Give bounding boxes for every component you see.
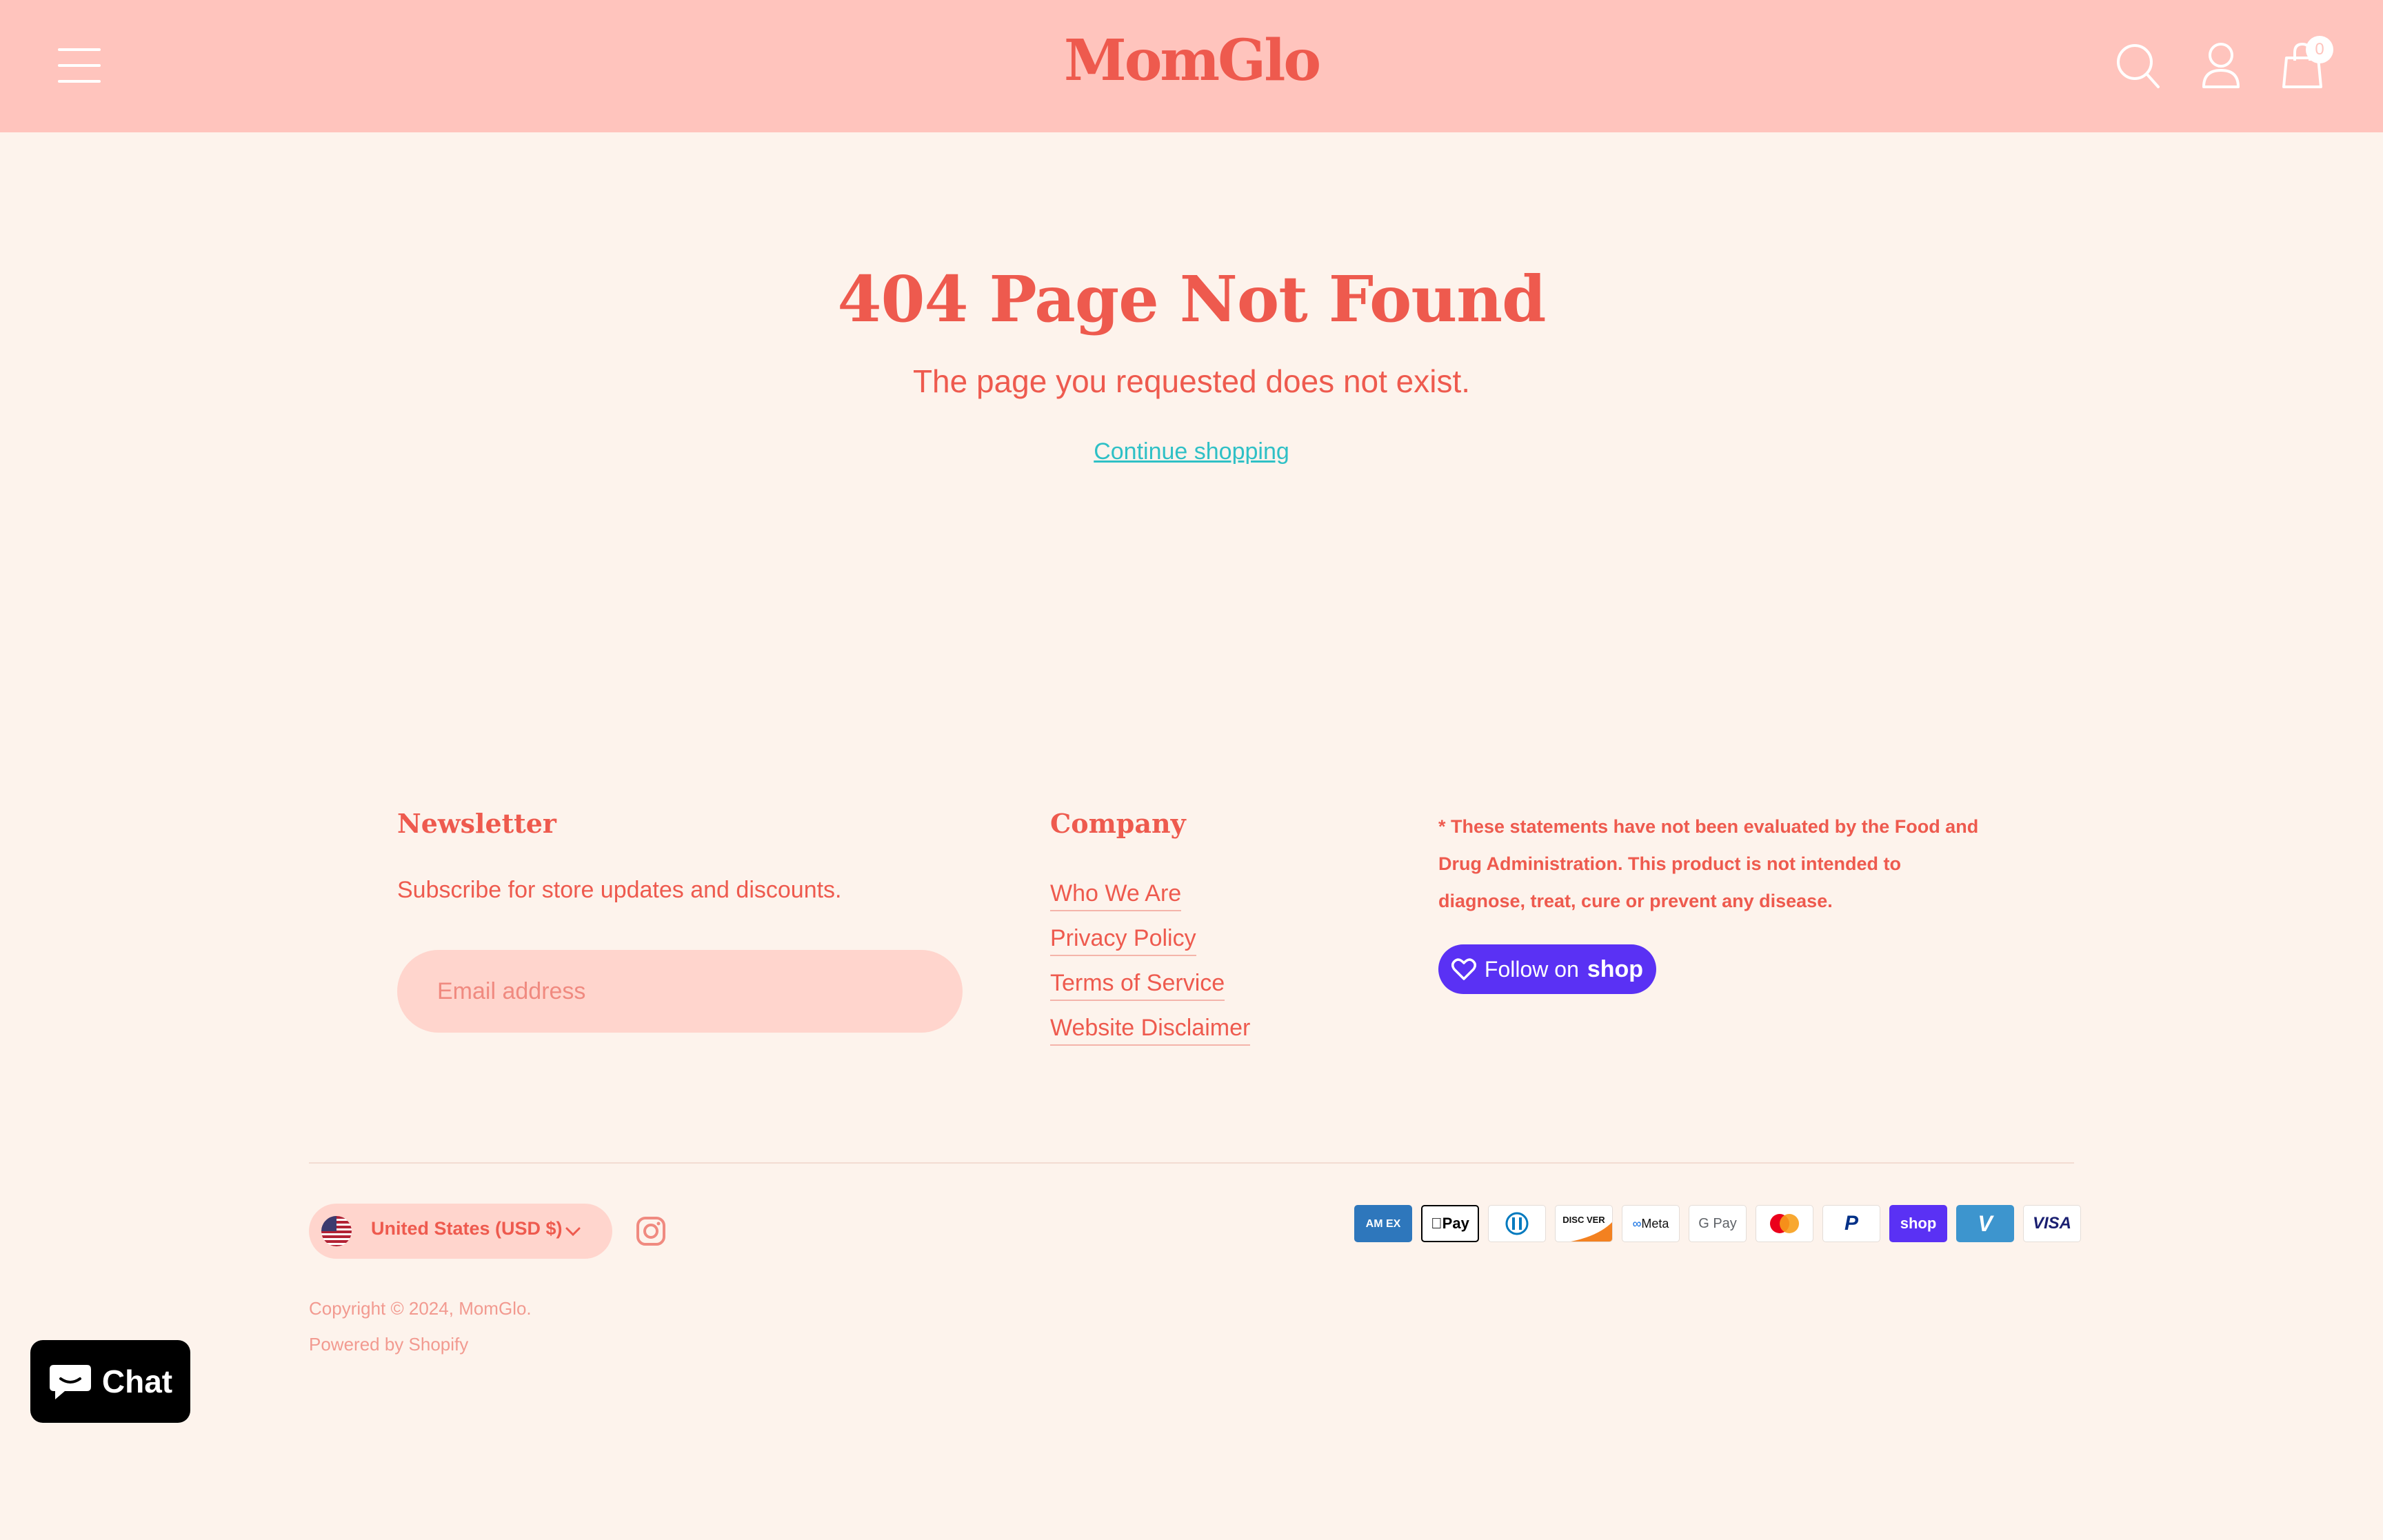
apple-pay-label: Pay xyxy=(1436,1215,1469,1232)
country-selector[interactable]: United States (USD $) xyxy=(309,1204,612,1259)
cart-icon[interactable]: 0 xyxy=(2280,36,2333,92)
visa-icon: VISA xyxy=(2023,1205,2081,1242)
diners-club-icon xyxy=(1488,1205,1546,1242)
website-disclaimer-link[interactable]: Website Disclaimer xyxy=(1050,1013,1251,1046)
apple-pay-icon: Pay xyxy=(1421,1205,1479,1242)
mastercard-icon xyxy=(1756,1205,1813,1242)
site-logo[interactable]: MomGlo xyxy=(0,28,2383,94)
venmo-icon: V xyxy=(1956,1205,2014,1242)
chat-button[interactable]: Chat xyxy=(30,1340,190,1423)
cart-count-badge: 0 xyxy=(2306,36,2333,63)
site-header: MomGlo 0 xyxy=(0,0,2383,132)
company-heading: Company xyxy=(1050,808,1186,839)
heart-icon xyxy=(1451,958,1476,980)
fda-disclaimer: * These statements have not been evaluat… xyxy=(1438,816,1979,911)
follow-label: Follow on xyxy=(1484,956,1579,982)
continue-shopping-wrapper: Continue shopping xyxy=(0,438,2383,465)
shop-pay-icon: shop xyxy=(1889,1205,1947,1242)
paypal-icon: P xyxy=(1822,1205,1880,1242)
chat-bubble-icon xyxy=(49,1365,91,1399)
footer-divider xyxy=(309,1162,2074,1164)
chat-label: Chat xyxy=(101,1364,173,1399)
copyright-line: Copyright © 2024, MomGlo. xyxy=(309,1290,532,1326)
privacy-policy-link[interactable]: Privacy Policy xyxy=(1050,923,1196,956)
email-field[interactable] xyxy=(397,950,963,1033)
terms-of-service-link[interactable]: Terms of Service xyxy=(1050,968,1225,1001)
american-express-icon: AM EX xyxy=(1354,1205,1412,1242)
who-we-are-link[interactable]: Who We Are xyxy=(1050,878,1182,911)
follow-on-shop-button[interactable]: Follow on shop xyxy=(1438,944,1656,994)
us-flag-icon xyxy=(321,1216,352,1246)
instagram-icon[interactable] xyxy=(636,1216,666,1246)
payment-icons: AM EX Pay DISC VER ∞Meta G Pay P shop V… xyxy=(1354,1205,2081,1242)
page-subtitle: The page you requested does not exist. xyxy=(912,363,1471,399)
continue-shopping-link[interactable]: Continue shopping xyxy=(1094,438,1289,465)
discover-icon: DISC VER xyxy=(1555,1205,1613,1242)
chevron-down-icon xyxy=(565,1227,581,1237)
meta-label: Meta xyxy=(1641,1216,1669,1230)
copyright-block: Copyright © 2024, MomGlo. Powered by Sho… xyxy=(309,1290,532,1362)
page-title: 404 Page Not Found xyxy=(837,262,1546,336)
meta-pay-icon: ∞ Meta xyxy=(1622,1205,1680,1242)
copyright-text: Copyright © 2024, xyxy=(309,1298,454,1319)
newsletter-heading: Newsletter xyxy=(397,808,556,839)
country-label: United States (USD $) xyxy=(371,1218,563,1239)
account-icon[interactable] xyxy=(2197,40,2245,92)
powered-by-shopify-link[interactable]: Powered by Shopify xyxy=(309,1334,468,1355)
store-home-link[interactable]: MomGlo. xyxy=(459,1298,531,1319)
google-pay-icon: G Pay xyxy=(1689,1205,1747,1242)
shop-brand-label: shop xyxy=(1587,955,1644,982)
search-icon[interactable] xyxy=(2114,40,2162,92)
newsletter-text: Subscribe for store updates and discount… xyxy=(397,877,842,903)
